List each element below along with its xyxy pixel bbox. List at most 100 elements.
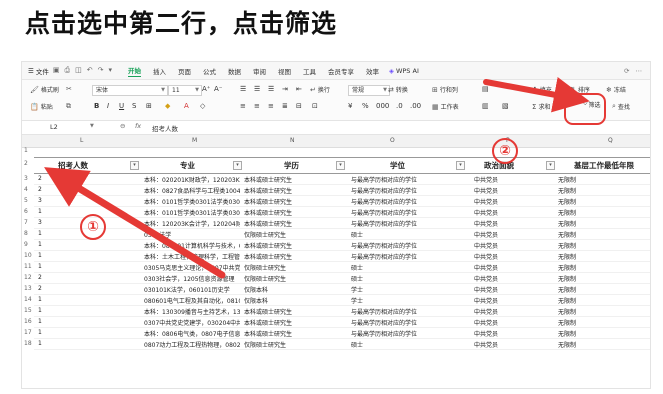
file-menu[interactable]: ☰ 文件 [28, 66, 49, 76]
indent-icon[interactable]: ⇥ [282, 85, 288, 93]
cell-zhaokao[interactable]: 1 [38, 307, 128, 314]
tab-insert[interactable]: 插入 [153, 66, 166, 76]
row-number[interactable]: 3 [24, 175, 28, 182]
cell-xuewei[interactable]: 硕士 [351, 263, 451, 272]
cell-zhengzhi[interactable]: 中共党员 [474, 219, 554, 228]
cell-style-icon[interactable]: ▥ [482, 102, 489, 110]
cell-zhaokao[interactable]: 1 [38, 296, 128, 303]
tab-data[interactable]: 数据 [228, 66, 241, 76]
cell-xueli[interactable]: 本科或硕士研究生 [244, 208, 344, 217]
redo-icon[interactable]: ↷ [98, 66, 104, 75]
cell-zhaokao[interactable]: 2 [38, 175, 128, 182]
tab-tools[interactable]: 工具 [303, 66, 316, 76]
decrease-font-icon[interactable]: A⁻ [214, 85, 222, 93]
filter-dropdown-icon[interactable]: ▾ [130, 161, 139, 170]
sum-button[interactable]: Σ 求和 [532, 102, 550, 112]
cell-jiceng[interactable]: 无限制 [558, 296, 648, 305]
font-select[interactable]: 宋体 ▼ [92, 85, 168, 96]
row-number[interactable]: 14 [24, 296, 32, 303]
fill-color-icon[interactable]: ◆ [165, 102, 170, 110]
tab-formula[interactable]: 公式 [203, 66, 216, 76]
fx-icon[interactable]: fx [135, 122, 141, 130]
cell-xuewei[interactable]: 与最高学历相对应的学位 [351, 307, 451, 316]
header-xuewei[interactable]: 学位 [390, 160, 405, 171]
cell-zhuanye[interactable]: 本科：130309播音与主持艺术，130 [144, 307, 240, 316]
distribute-icon[interactable]: ⊟ [296, 102, 302, 110]
cell-zhengzhi[interactable]: 中共党员 [474, 230, 554, 239]
row-number[interactable]: 13 [24, 285, 32, 292]
cell-zhuanye[interactable]: 本科：0806电气类，0807电子信息类 [144, 329, 240, 338]
increase-font-icon[interactable]: A⁺ [202, 85, 210, 93]
cell-xueli[interactable]: 仅限硕士研究生 [244, 274, 344, 283]
cell-xueli[interactable]: 本科或硕士研究生 [244, 241, 344, 250]
cell-xueli[interactable]: 仅限本科 [244, 296, 344, 305]
tab-member[interactable]: 会员专享 [328, 66, 354, 76]
cell-xuewei[interactable]: 与最高学历相对应的学位 [351, 208, 451, 217]
row-number[interactable]: 18 [24, 340, 32, 347]
align-bottom-icon[interactable]: ☰ [268, 85, 274, 93]
cell-jiceng[interactable]: 无限制 [558, 197, 648, 206]
justify-icon[interactable]: ≣ [282, 102, 288, 110]
row-number[interactable]: 8 [24, 230, 28, 237]
cell-zhengzhi[interactable]: 中共党员 [474, 197, 554, 206]
cell-zhengzhi[interactable]: 中共党员 [474, 329, 554, 338]
table-row[interactable]: 1 0807动力工程及工程热物理，08020 仅限硕士研究生 硕士 中共党员 无… [34, 338, 650, 350]
format-painter-button[interactable]: 🖌 格式刷 [30, 85, 59, 95]
cell-zhaokao[interactable]: 1 [38, 318, 128, 325]
cell-xueli[interactable]: 本科或硕士研究生 [244, 252, 344, 261]
italic-icon[interactable]: I [107, 102, 109, 110]
cell-zhuanye[interactable]: 本科：020201K财政学，120203K会 [144, 175, 240, 184]
cell-xuewei[interactable]: 与最高学历相对应的学位 [351, 318, 451, 327]
border-icon[interactable]: ⊞ [146, 102, 152, 110]
row-number[interactable]: 16 [24, 318, 32, 325]
wps-ai-button[interactable]: ◈ WPS AI [389, 67, 419, 75]
cell-zhengzhi[interactable]: 中共党员 [474, 296, 554, 305]
cell-xuewei[interactable]: 与最高学历相对应的学位 [351, 219, 451, 228]
cell-zhuanye[interactable]: 030101K法学，060101历史学 [144, 285, 240, 294]
cell-xuewei[interactable]: 学士 [351, 296, 451, 305]
cell-xuewei[interactable]: 硕士 [351, 274, 451, 283]
cell-jiceng[interactable]: 无限制 [558, 252, 648, 261]
currency-icon[interactable]: ¥ [348, 102, 352, 110]
cell-zhuanye[interactable]: 0305马克思主义理论，0307中共党史 [144, 263, 240, 272]
cell-zhuanye[interactable]: 本科：120203K会计学，120204财务 [144, 219, 240, 228]
cell-xueli[interactable]: 仅限硕士研究生 [244, 230, 344, 239]
column-header-l[interactable]: L [80, 137, 83, 144]
underline-icon[interactable]: U [119, 102, 124, 110]
cell-xueli[interactable]: 本科或硕士研究生 [244, 307, 344, 316]
column-header-o[interactable]: O [390, 137, 395, 144]
outdent-icon[interactable]: ⇤ [296, 85, 302, 93]
cell-zhaokao[interactable]: 1 [38, 208, 128, 215]
row-number[interactable]: 5 [24, 197, 28, 204]
cell-xuewei[interactable]: 与最高学历相对应的学位 [351, 175, 451, 184]
cell-xueli[interactable]: 仅限本科 [244, 285, 344, 294]
cell-zhengzhi[interactable]: 中共党员 [474, 285, 554, 294]
filter-dropdown-icon[interactable]: ▾ [546, 161, 555, 170]
cell-jiceng[interactable]: 无限制 [558, 219, 648, 228]
cell-zhengzhi[interactable]: 中共党员 [474, 252, 554, 261]
print-icon[interactable]: ⎙ [64, 66, 70, 75]
row-number[interactable]: 7 [24, 219, 28, 226]
cell-zhengzhi[interactable]: 中共党员 [474, 307, 554, 316]
cell-zhaokao[interactable]: 1 [38, 340, 128, 347]
row-number[interactable]: 10 [24, 252, 32, 259]
cell-xuewei[interactable]: 与最高学历相对应的学位 [351, 252, 451, 261]
cell-xueli[interactable]: 本科或硕士研究生 [244, 186, 344, 195]
cell-jiceng[interactable]: 无限制 [558, 307, 648, 316]
cell-jiceng[interactable]: 无限制 [558, 285, 648, 294]
find-button[interactable]: ⌕ 查找 [612, 102, 630, 111]
cell-zhuanye[interactable]: 0301法学 [144, 230, 240, 239]
cell-zhuanye[interactable]: 0307中共党史党建学，030204中共 [144, 318, 240, 327]
cell-xueli[interactable]: 本科或硕士研究生 [244, 197, 344, 206]
row-number[interactable]: 4 [24, 186, 28, 193]
cell-xuewei[interactable]: 与最高学历相对应的学位 [351, 329, 451, 338]
fill-button[interactable]: ⬇ 填充 [532, 85, 552, 95]
cut-button[interactable]: ✂ [66, 85, 72, 93]
table-style-icon[interactable]: ▧ [502, 102, 509, 110]
cell-zhuanye[interactable]: 本科：080901计算机科学与技术，0 [144, 241, 240, 250]
cell-reference[interactable]: L2 [50, 123, 58, 131]
paste-button[interactable]: 📋 粘贴 [30, 102, 53, 112]
zoom-icon[interactable]: ⊖ [120, 122, 125, 130]
cell-jiceng[interactable]: 无限制 [558, 241, 648, 250]
worksheet-button[interactable]: ▦ 工作表 [432, 102, 459, 112]
